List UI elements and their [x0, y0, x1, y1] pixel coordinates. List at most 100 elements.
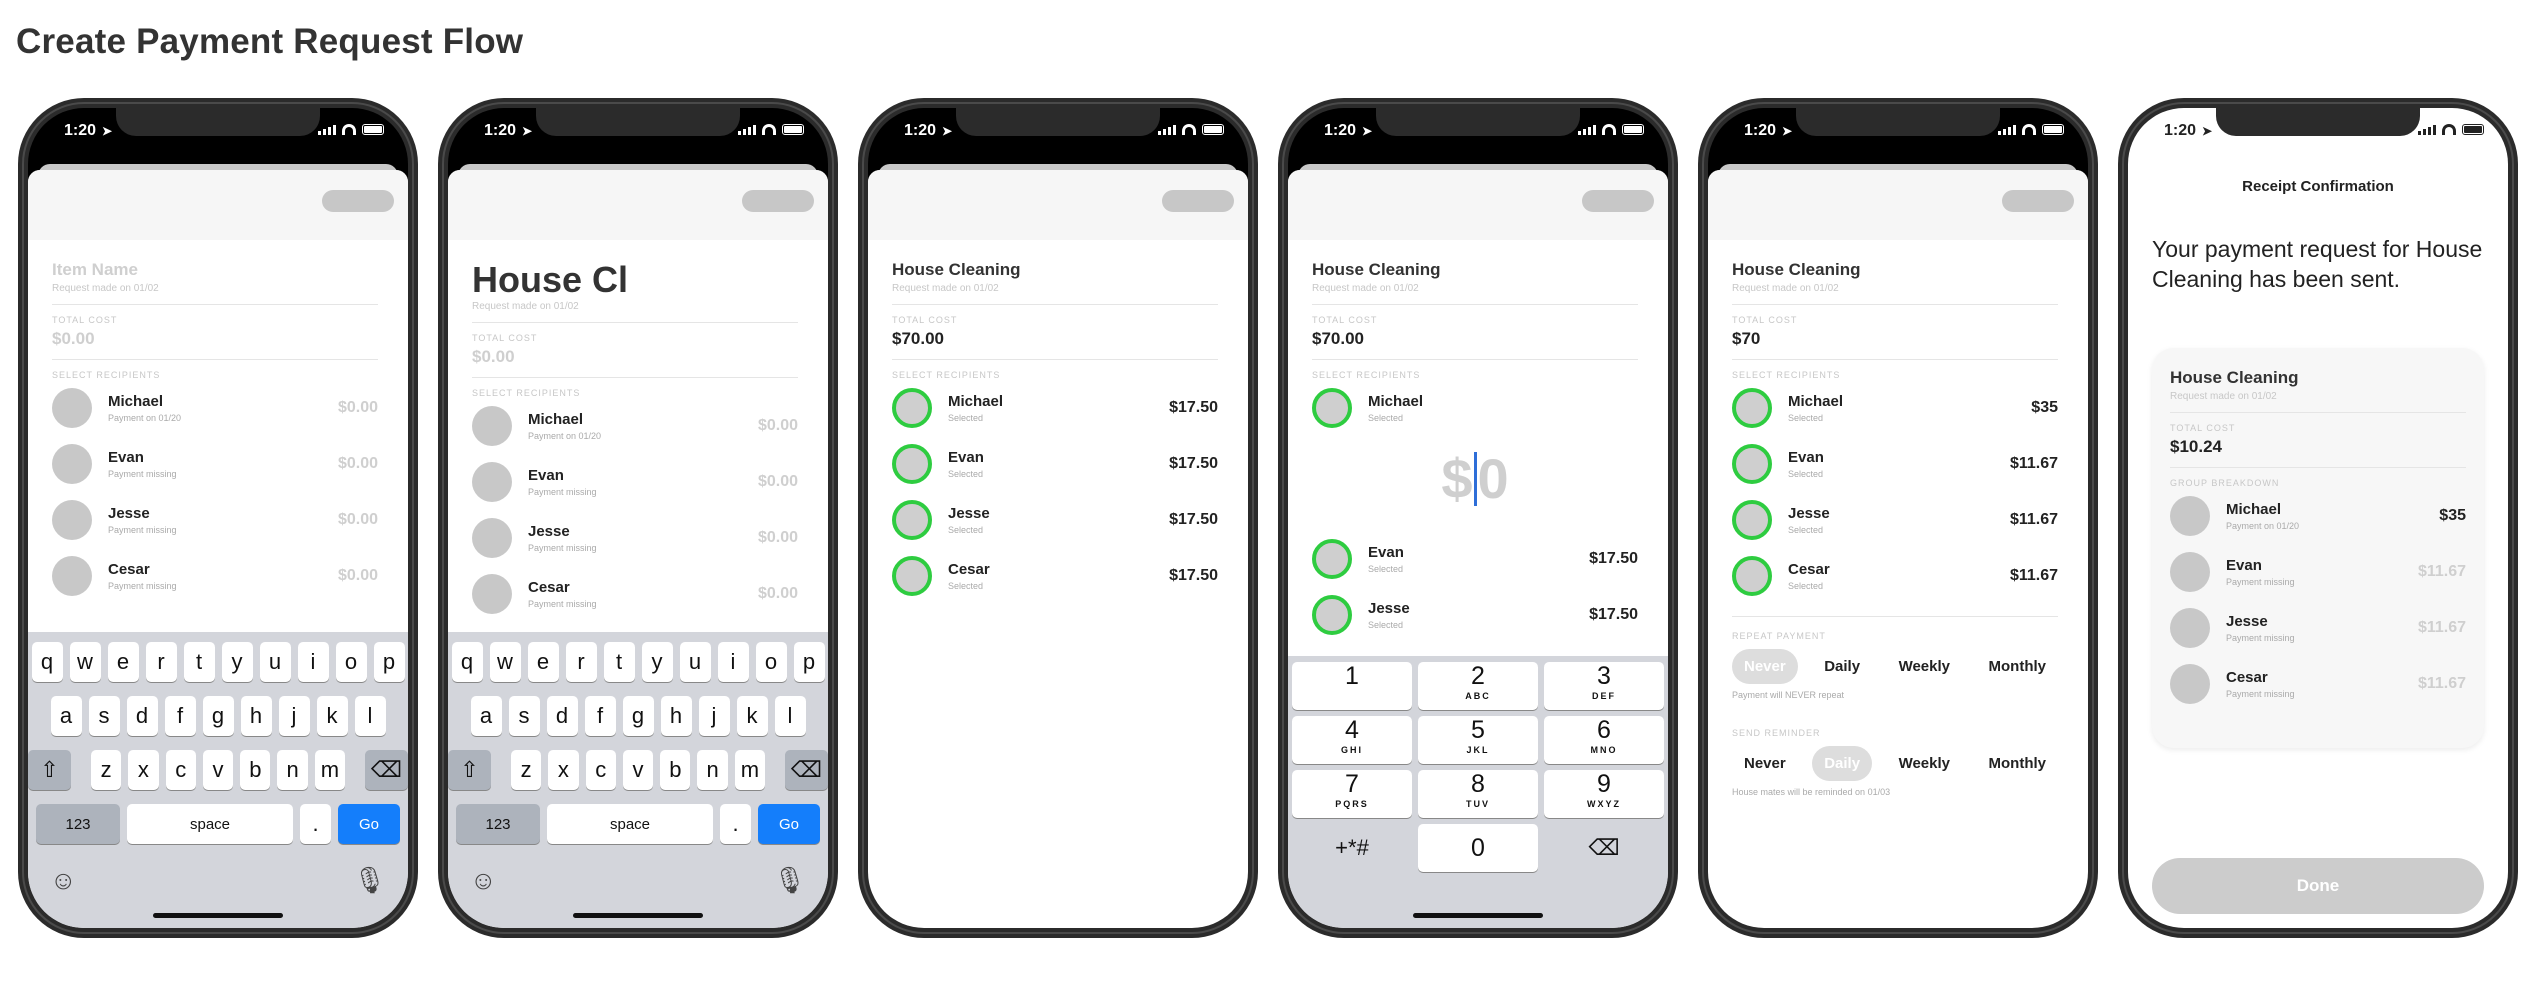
recipient-amount[interactable]: $11.67	[2010, 455, 2058, 473]
item-name-input[interactable]: House Cl	[472, 262, 798, 298]
microphone-icon[interactable]: 🎙	[353, 865, 386, 896]
total-cost-input[interactable]: $0.00	[472, 347, 798, 367]
key-a[interactable]: a	[50, 696, 82, 736]
recipient-amount[interactable]: $17.50	[1169, 399, 1218, 417]
recipient-row[interactable]: Jesse Selected $11.67	[1732, 492, 2058, 548]
recipient-row[interactable]: Michael Selected $35	[1732, 380, 2058, 436]
recipient-row[interactable]: Michael Selected $17.50	[892, 380, 1218, 436]
numpad-key-1[interactable]: 1	[1292, 662, 1412, 710]
repeat-option-monthly[interactable]: Monthly	[1977, 649, 2059, 684]
key-z[interactable]: z	[510, 750, 542, 790]
emoji-icon[interactable]: ☺	[50, 865, 77, 896]
recipient-amount[interactable]: $17.50	[1169, 567, 1218, 585]
microphone-icon[interactable]: 🎙	[773, 865, 806, 896]
backspace-key-icon[interactable]: ⌫	[364, 750, 408, 790]
recipient-row[interactable]: Evan Selected $11.67	[1732, 436, 2058, 492]
repeat-option-daily[interactable]: Daily	[1812, 649, 1872, 684]
key-u[interactable]: u	[679, 642, 711, 682]
key-s[interactable]: s	[508, 696, 540, 736]
recipient-amount[interactable]: $17.50	[1589, 550, 1638, 568]
numpad-symbols-key[interactable]: +*#	[1292, 824, 1412, 872]
key-r[interactable]: r	[565, 642, 597, 682]
key-l[interactable]: l	[774, 696, 806, 736]
reminder-option-weekly[interactable]: Weekly	[1887, 746, 1962, 781]
go-key[interactable]: Go	[758, 804, 820, 844]
key-l[interactable]: l	[354, 696, 386, 736]
key-t[interactable]: t	[183, 642, 215, 682]
key-p[interactable]: p	[793, 642, 825, 682]
key-m[interactable]: m	[734, 750, 766, 790]
key-k[interactable]: k	[736, 696, 768, 736]
key-w[interactable]: w	[69, 642, 101, 682]
recipient-row[interactable]: Michael Selected	[1312, 380, 1638, 436]
key-e[interactable]: e	[107, 642, 139, 682]
numpad-key-9[interactable]: 9 WXYZ	[1544, 770, 1664, 818]
key-g[interactable]: g	[622, 696, 654, 736]
numbers-key[interactable]: 123	[456, 804, 540, 844]
recipient-row[interactable]: Cesar Selected $11.67	[1732, 548, 2058, 604]
recipient-amount[interactable]: $17.50	[1169, 511, 1218, 529]
key-f[interactable]: f	[584, 696, 616, 736]
go-key[interactable]: Go	[338, 804, 400, 844]
numbers-key[interactable]: 123	[36, 804, 120, 844]
repeat-option-weekly[interactable]: Weekly	[1887, 649, 1962, 684]
key-n[interactable]: n	[277, 750, 308, 790]
numpad-key-7[interactable]: 7 PQRS	[1292, 770, 1412, 818]
close-button[interactable]	[742, 190, 814, 212]
recipient-row[interactable]: Michael Payment on 01/20 $0.00	[472, 398, 798, 454]
recipient-amount[interactable]: $17.50	[1169, 455, 1218, 473]
key-b[interactable]: b	[660, 750, 691, 790]
key-d[interactable]: d	[126, 696, 158, 736]
key-d[interactable]: d	[546, 696, 578, 736]
close-button[interactable]	[1582, 190, 1654, 212]
key-v[interactable]: v	[622, 750, 654, 790]
total-cost-input[interactable]: $70.00	[1312, 329, 1638, 349]
close-button[interactable]	[1162, 190, 1234, 212]
recipient-row[interactable]: Michael Payment on 01/20 $0.00	[52, 380, 378, 436]
key-q[interactable]: q	[31, 642, 63, 682]
key-j[interactable]: j	[698, 696, 730, 736]
key-o[interactable]: o	[755, 642, 787, 682]
recipient-amount[interactable]: $35	[2031, 399, 2058, 417]
close-button[interactable]	[322, 190, 394, 212]
key-b[interactable]: b	[240, 750, 271, 790]
recipient-row[interactable]: Evan Selected $17.50	[1312, 531, 1638, 587]
key-i[interactable]: i	[717, 642, 749, 682]
space-key[interactable]: space	[127, 804, 293, 844]
recipient-row[interactable]: Jesse Payment missing $0.00	[472, 510, 798, 566]
period-key[interactable]: .	[720, 804, 751, 844]
recipient-row[interactable]: Evan Payment missing $0.00	[472, 454, 798, 510]
key-y[interactable]: y	[641, 642, 673, 682]
total-cost-input[interactable]: $70.00	[892, 329, 1218, 349]
emoji-icon[interactable]: ☺	[470, 865, 497, 896]
space-key[interactable]: space	[547, 804, 713, 844]
key-x[interactable]: x	[548, 750, 579, 790]
key-y[interactable]: y	[221, 642, 253, 682]
recipient-amount[interactable]: $11.67	[2010, 567, 2058, 585]
recipient-row[interactable]: Jesse Selected $17.50	[892, 492, 1218, 548]
key-t[interactable]: t	[603, 642, 635, 682]
recipient-amount[interactable]: $11.67	[2010, 511, 2058, 529]
key-f[interactable]: f	[164, 696, 196, 736]
recipient-row[interactable]: Cesar Payment missing $0.00	[472, 566, 798, 622]
numpad-key-0[interactable]: 0	[1418, 824, 1538, 872]
key-i[interactable]: i	[297, 642, 329, 682]
reminder-option-daily[interactable]: Daily	[1812, 746, 1873, 781]
key-k[interactable]: k	[316, 696, 348, 736]
key-j[interactable]: j	[278, 696, 310, 736]
key-c[interactable]: c	[585, 750, 616, 790]
reminder-option-never[interactable]: Never	[1732, 746, 1798, 781]
key-q[interactable]: q	[451, 642, 483, 682]
key-z[interactable]: z	[90, 750, 122, 790]
recipient-row[interactable]: Cesar Payment missing $0.00	[52, 548, 378, 604]
key-p[interactable]: p	[373, 642, 405, 682]
recipient-row[interactable]: Cesar Selected $17.50	[892, 548, 1218, 604]
item-name-input[interactable]: House Cleaning	[892, 260, 1218, 280]
key-r[interactable]: r	[145, 642, 177, 682]
reminder-option-monthly[interactable]: Monthly	[1977, 746, 2059, 781]
custom-amount-input[interactable]: $0	[1312, 446, 1638, 511]
recipient-row[interactable]: Jesse Payment missing $0.00	[52, 492, 378, 548]
done-button[interactable]: Done	[2152, 858, 2484, 914]
shift-key-icon[interactable]: ⇧	[448, 750, 492, 790]
key-h[interactable]: h	[660, 696, 692, 736]
